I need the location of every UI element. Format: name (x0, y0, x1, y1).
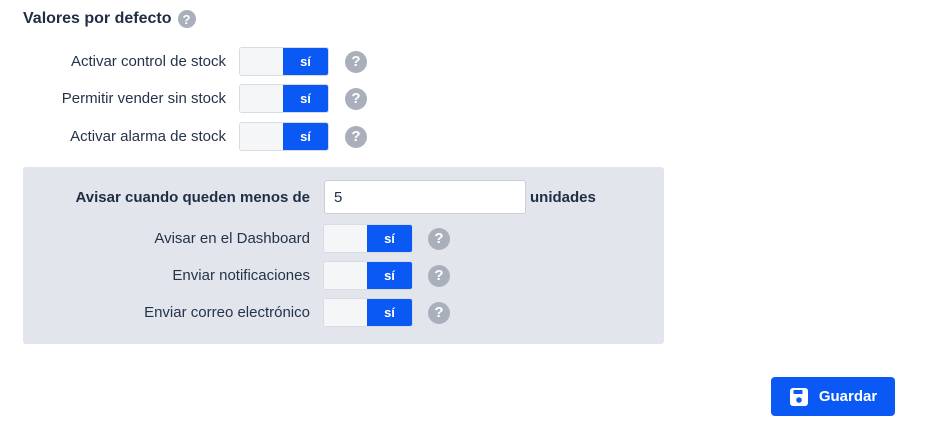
toggle-on-segment[interactable]: sí (367, 225, 412, 252)
toggle-off-segment[interactable] (324, 225, 367, 252)
toggle-avisar-dashboard[interactable]: sí (323, 224, 413, 253)
option-label: Enviar correo electrónico (144, 304, 310, 321)
help-icon[interactable]: ? (428, 301, 450, 324)
toggle-enviar-correo[interactable]: sí (323, 298, 413, 327)
save-icon (789, 387, 809, 407)
section-header: Valores por defecto ? (23, 10, 196, 28)
toggle-off-segment[interactable] (240, 123, 283, 150)
toggle-on-segment[interactable]: sí (283, 123, 328, 150)
toggle-activar-alarma-stock[interactable]: sí (239, 122, 329, 151)
help-icon[interactable]: ? (345, 50, 367, 73)
toggle-on-segment[interactable]: sí (283, 48, 328, 75)
setting-label: Activar control de stock (70, 53, 226, 70)
toggle-off-segment[interactable] (324, 299, 367, 326)
save-button-label: Guardar (818, 388, 878, 405)
toggle-permitir-vender-sin-stock[interactable]: sí (239, 84, 329, 113)
setting-label: Permitir vender sin stock (61, 90, 226, 107)
setting-row-permitir-vender-sin-stock: Permitir vender sin stock sí ? (0, 84, 367, 113)
help-icon[interactable]: ? (345, 87, 367, 110)
threshold-unit: unidades (530, 188, 596, 206)
section-title: Valores por defecto (23, 10, 172, 27)
help-icon[interactable]: ? (428, 227, 450, 250)
threshold-input[interactable] (324, 180, 526, 214)
help-icon[interactable]: ? (177, 10, 196, 28)
threshold-label: Avisar cuando queden menos de (75, 188, 311, 206)
toggle-enviar-notificaciones[interactable]: sí (323, 261, 413, 290)
option-row-notificaciones: Enviar notificaciones sí ? (0, 261, 450, 290)
save-button[interactable]: Guardar (771, 377, 895, 416)
option-row-dashboard: Avisar en el Dashboard sí ? (0, 224, 450, 253)
setting-row-activar-alarma-stock: Activar alarma de stock sí ? (0, 122, 367, 151)
toggle-activar-control-stock[interactable]: sí (239, 47, 329, 76)
toggle-off-segment[interactable] (240, 48, 283, 75)
option-label: Avisar en el Dashboard (154, 230, 310, 247)
toggle-on-segment[interactable]: sí (367, 299, 412, 326)
setting-label: Activar alarma de stock (70, 128, 226, 145)
help-icon[interactable]: ? (345, 125, 367, 148)
threshold-row: Avisar cuando queden menos de unidades (0, 180, 596, 214)
option-label: Enviar notificaciones (172, 267, 310, 284)
toggle-on-segment[interactable]: sí (283, 85, 328, 112)
option-row-correo: Enviar correo electrónico sí ? (0, 298, 450, 327)
help-icon[interactable]: ? (428, 264, 450, 287)
toggle-on-segment[interactable]: sí (367, 262, 412, 289)
toggle-off-segment[interactable] (240, 85, 283, 112)
toggle-off-segment[interactable] (324, 262, 367, 289)
setting-row-activar-control-stock: Activar control de stock sí ? (0, 47, 367, 76)
